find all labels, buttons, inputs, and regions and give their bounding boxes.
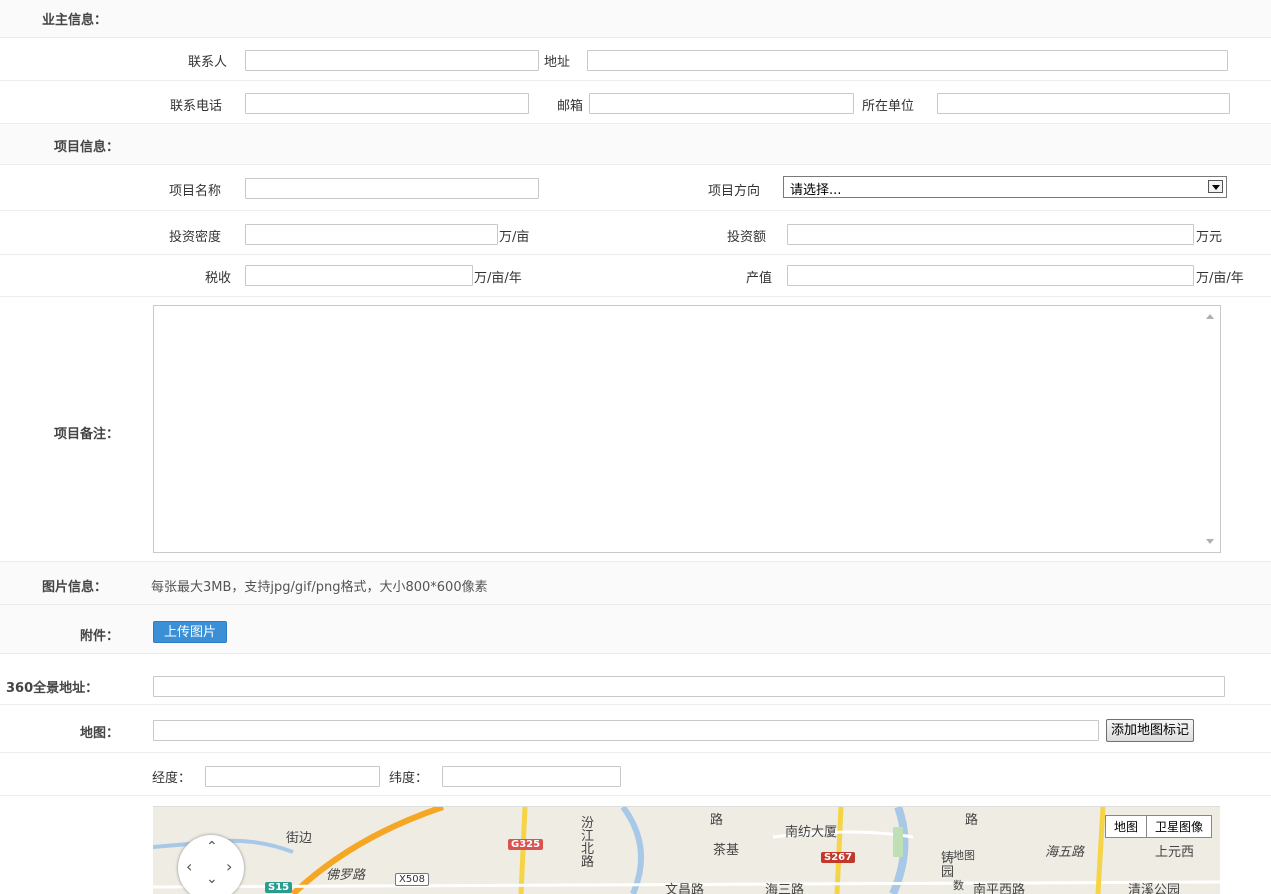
email-label: 邮箱 <box>557 99 584 114</box>
investment-amount-label: 投资额 <box>727 230 767 245</box>
project-direction-select[interactable]: 请选择... <box>783 176 1227 198</box>
tax-input[interactable] <box>245 265 473 286</box>
map-place: 上元西 <box>1155 845 1195 860</box>
map-place: 南平西路 <box>973 883 1026 894</box>
company-input[interactable] <box>937 93 1230 114</box>
pan-up-icon[interactable]: ⌃ <box>206 839 218 855</box>
road-shield-g325: G325 <box>508 839 544 850</box>
add-map-marker-button[interactable]: 添加地图标记 <box>1106 719 1195 742</box>
contact-input[interactable] <box>245 50 539 71</box>
map-label: 地图： <box>80 726 120 741</box>
map-place: 路 <box>710 813 724 828</box>
upload-image-button[interactable]: 上传图片 <box>153 621 228 643</box>
investment-amount-unit: 万元 <box>1196 230 1223 245</box>
map-type-satellite-button[interactable]: 卫星图像 <box>1145 816 1211 837</box>
map-place: 街边 <box>286 831 313 846</box>
map-place: 茶基 <box>713 843 740 858</box>
latitude-input[interactable] <box>442 766 621 787</box>
longitude-input[interactable] <box>205 766 380 787</box>
map-place: 路 <box>965 813 979 828</box>
row-owner-header <box>0 0 1271 38</box>
project-name-label: 项目名称 <box>169 184 222 199</box>
owner-section-title: 业主信息： <box>42 13 108 28</box>
scroll-down-icon[interactable] <box>1206 539 1214 544</box>
remarks-textarea[interactable] <box>153 305 1221 553</box>
map-type-switch[interactable]: 地图 卫星图像 <box>1104 815 1212 838</box>
road-shield-x508: X508 <box>395 873 429 886</box>
pan-left-icon[interactable]: ‹ <box>186 857 192 876</box>
investment-density-input[interactable] <box>245 224 498 245</box>
email-input[interactable] <box>589 93 854 114</box>
project-direction-label: 项目方向 <box>708 184 761 199</box>
image-info-label: 图片信息： <box>42 580 108 595</box>
road-shield-s267: S267 <box>821 852 856 863</box>
map-type-map-button[interactable]: 地图 <box>1106 816 1146 837</box>
map-place: 清溪公园 <box>1128 883 1181 894</box>
project-section-title: 项目信息： <box>54 140 120 155</box>
investment-density-label: 投资密度 <box>169 230 222 245</box>
map-place: 海三路 <box>765 883 805 894</box>
pan-down-icon[interactable]: ⌄ <box>206 871 218 887</box>
map-view[interactable]: ⌃ ‹ › ⌄ 街边 佛罗路 汾江北路 茶基 南纺大厦 文昌路 海三路 海五路 … <box>153 806 1220 894</box>
map-place: 汾江北路 <box>581 816 595 870</box>
address-input[interactable] <box>587 50 1228 71</box>
address-label: 地址 <box>544 55 571 70</box>
company-label: 所在单位 <box>862 99 915 114</box>
road-shield-s15: S15 <box>265 882 293 893</box>
row-project-header <box>0 124 1271 165</box>
map-address-input[interactable] <box>153 720 1099 741</box>
phone-label: 联系电话 <box>170 99 223 114</box>
map-place: 海五路 <box>1045 845 1085 860</box>
contact-label: 联系人 <box>188 55 228 70</box>
scroll-up-icon[interactable] <box>1206 314 1214 319</box>
map-place: 文昌路 <box>665 883 705 894</box>
map-place: 南纺大厦 <box>785 825 838 840</box>
output-value-input[interactable] <box>787 265 1194 286</box>
pan-right-icon[interactable]: › <box>226 857 232 876</box>
chevron-down-icon[interactable] <box>1208 180 1223 193</box>
longitude-label: 经度： <box>152 771 192 786</box>
tax-unit: 万/亩/年 <box>474 271 522 286</box>
map-place: 佛罗路 <box>326 868 366 883</box>
tax-label: 税收 <box>205 271 232 286</box>
output-value-label: 产值 <box>746 271 773 286</box>
remarks-label: 项目备注： <box>54 427 120 442</box>
map-place: 数 <box>953 879 964 892</box>
attachment-label: 附件： <box>80 629 120 644</box>
investment-amount-input[interactable] <box>787 224 1194 245</box>
output-value-unit: 万/亩/年 <box>1196 271 1244 286</box>
phone-input[interactable] <box>245 93 529 114</box>
remarks-scrollbar[interactable] <box>1200 306 1220 552</box>
latitude-label: 纬度： <box>389 771 429 786</box>
image-info-hint: 每张最大3MB，支持jpg/gif/png格式，大小800*600像素 <box>151 580 488 595</box>
project-name-input[interactable] <box>245 178 539 199</box>
panorama-url-input[interactable] <box>153 676 1225 697</box>
project-direction-value: 请选择... <box>790 183 842 198</box>
investment-density-unit: 万/亩 <box>499 230 530 245</box>
map-place: 地图 <box>953 849 975 862</box>
panorama-label: 360全景地址： <box>6 681 99 696</box>
map-pan-control[interactable]: ⌃ ‹ › ⌄ <box>178 835 244 894</box>
